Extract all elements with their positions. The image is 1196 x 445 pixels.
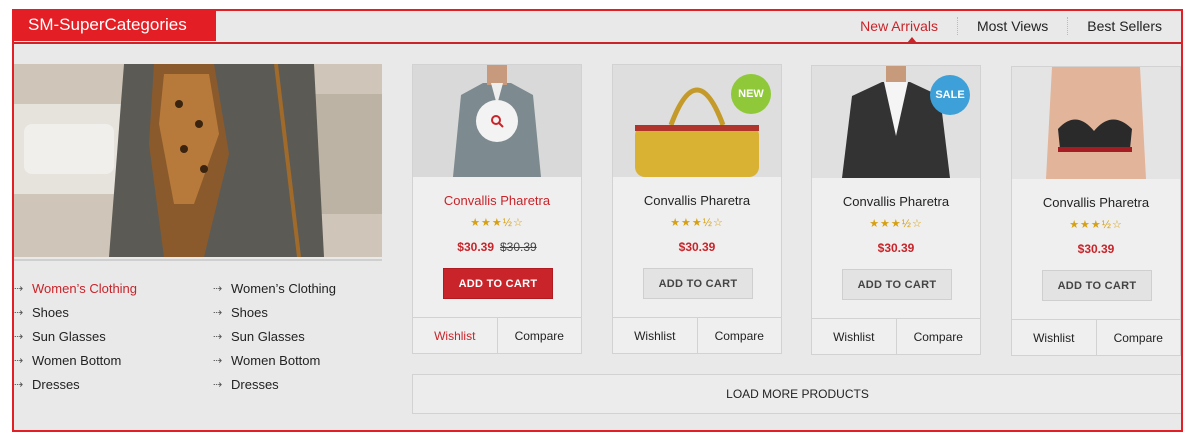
current-price: $30.39 — [1077, 242, 1115, 256]
product-name[interactable]: Convallis Pharetra — [1012, 195, 1180, 210]
category-link-sun-glasses[interactable]: ⇢ Sun Glasses — [213, 324, 336, 348]
compare-button[interactable]: Compare — [696, 318, 782, 353]
category-link-shoes[interactable]: ⇢ Shoes — [14, 300, 137, 324]
category-list-1: ⇢ Women’s Clothing ⇢ Shoes ⇢ Sun Glasses ⇢ W… — [14, 276, 137, 396]
product-card: NEW Convallis Pharetra ★★★½☆ $30.39 ADD … — [612, 64, 782, 354]
woman-with-scarf-illustration — [14, 64, 382, 257]
category-banner-image[interactable] — [14, 64, 382, 257]
category-link-dresses[interactable]: ⇢ Dresses — [213, 372, 336, 396]
dotted-arrow-icon: ⇢ — [213, 378, 223, 391]
card-actions: Wishlist Compare — [413, 317, 581, 353]
price: $30.39 — [1012, 242, 1180, 256]
quick-view-button[interactable] — [476, 100, 518, 142]
module-title: SM-SuperCategories — [14, 11, 216, 41]
header-divider — [14, 42, 1181, 44]
wishlist-button[interactable]: Wishlist — [812, 319, 896, 354]
price: $30.39 $30.39 — [413, 240, 581, 254]
product-card: SALE Convallis Pharetra ★★★½☆ $30.39 ADD… — [811, 65, 981, 355]
dotted-arrow-icon: ⇢ — [213, 354, 223, 367]
product-image[interactable] — [1012, 67, 1180, 179]
product-card: Convallis Pharetra ★★★½☆ $30.39 $30.39 AD… — [412, 64, 582, 354]
dotted-arrow-icon: ⇢ — [14, 354, 24, 367]
banner-divider — [14, 259, 382, 261]
category-link-dresses[interactable]: ⇢ Dresses — [14, 372, 137, 396]
add-to-cart-button[interactable]: ADD TO CART — [443, 268, 553, 299]
sale-badge: SALE — [930, 75, 970, 115]
category-link-women-bottom[interactable]: ⇢ Women Bottom — [213, 348, 336, 372]
current-price: $30.39 — [877, 241, 915, 255]
product-image[interactable] — [413, 65, 581, 177]
lingerie-model-illustration — [1012, 67, 1180, 179]
price: $30.39 — [613, 240, 781, 254]
rating-stars: ★★★½☆ — [470, 217, 524, 229]
super-categories-module: SM-SuperCategories New Arrivals Most Vie… — [12, 9, 1183, 432]
dotted-arrow-icon: ⇢ — [14, 306, 24, 319]
category-link-womens-clothing[interactable]: ⇢ Women’s Clothing — [213, 276, 336, 300]
wishlist-button[interactable]: Wishlist — [613, 318, 697, 353]
dotted-arrow-icon: ⇢ — [213, 330, 223, 343]
current-price: $30.39 — [457, 240, 494, 254]
load-more-button[interactable]: LOAD MORE PRODUCTS — [412, 374, 1181, 414]
add-to-cart-button[interactable]: ADD TO CART — [643, 268, 753, 299]
product-name[interactable]: Convallis Pharetra — [812, 194, 980, 209]
dotted-arrow-icon: ⇢ — [213, 282, 223, 295]
new-badge: NEW — [731, 74, 771, 114]
category-link-women-bottom[interactable]: ⇢ Women Bottom — [14, 348, 137, 372]
search-icon — [491, 115, 504, 128]
wishlist-button[interactable]: Wishlist — [413, 318, 497, 353]
rating-stars: ★★★½☆ — [869, 218, 923, 230]
product-name[interactable]: Convallis Pharetra — [413, 193, 581, 208]
tab-most-views[interactable]: Most Views — [956, 17, 1067, 35]
category-list-2: ⇢ Women’s Clothing ⇢ Shoes ⇢ Sun Glasses ⇢ W… — [213, 276, 336, 396]
product-image[interactable]: SALE — [812, 66, 980, 178]
rating-stars: ★★★½☆ — [670, 217, 724, 229]
add-to-cart-button[interactable]: ADD TO CART — [842, 269, 952, 300]
compare-button[interactable]: Compare — [496, 318, 582, 353]
compare-button[interactable]: Compare — [1095, 320, 1181, 355]
dotted-arrow-icon: ⇢ — [14, 282, 24, 295]
price: $30.39 — [812, 241, 980, 255]
product-image[interactable]: NEW — [613, 65, 781, 177]
rating-stars: ★★★½☆ — [1069, 219, 1123, 231]
old-price: $30.39 — [500, 240, 537, 254]
card-actions: Wishlist Compare — [812, 318, 980, 354]
product-card: Convallis Pharetra ★★★½☆ $30.39 ADD TO C… — [1011, 66, 1181, 356]
current-price: $30.39 — [678, 240, 716, 254]
category-link-shoes[interactable]: ⇢ Shoes — [213, 300, 336, 324]
category-link-sun-glasses[interactable]: ⇢ Sun Glasses — [14, 324, 137, 348]
category-tabs: New Arrivals Most Views Best Sellers — [841, 11, 1181, 41]
category-link-womens-clothing[interactable]: ⇢ Women’s Clothing — [14, 276, 137, 300]
dotted-arrow-icon: ⇢ — [14, 330, 24, 343]
tab-best-sellers[interactable]: Best Sellers — [1067, 17, 1181, 35]
dotted-arrow-icon: ⇢ — [14, 378, 24, 391]
add-to-cart-button[interactable]: ADD TO CART — [1042, 270, 1152, 301]
card-actions: Wishlist Compare — [613, 317, 781, 353]
compare-button[interactable]: Compare — [895, 319, 981, 354]
dotted-arrow-icon: ⇢ — [213, 306, 223, 319]
wishlist-button[interactable]: Wishlist — [1012, 320, 1096, 355]
tab-new-arrivals[interactable]: New Arrivals — [841, 17, 957, 35]
card-actions: Wishlist Compare — [1012, 319, 1180, 355]
product-name[interactable]: Convallis Pharetra — [613, 193, 781, 208]
